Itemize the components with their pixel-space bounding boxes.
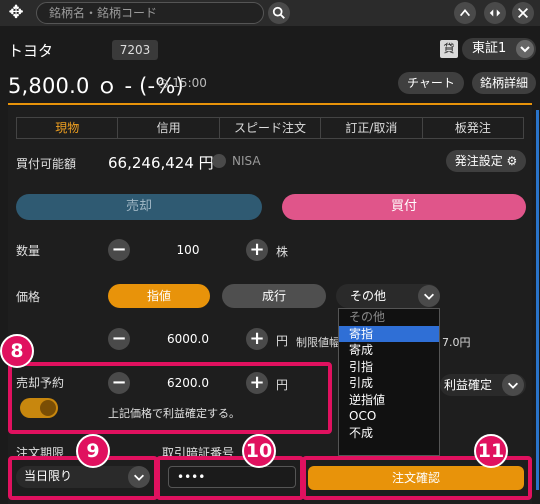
quantity-label: 数量 (16, 244, 41, 258)
dropdown-item-open-limit[interactable]: 寄指 (339, 325, 439, 342)
toggle-knob (40, 400, 56, 416)
pin-input[interactable]: •••• (168, 466, 296, 488)
dropdown-item-other[interactable]: その他 (339, 309, 439, 326)
header-divider (8, 103, 532, 105)
price-unit: 円 (276, 334, 289, 348)
quantity-value[interactable]: 100 (130, 239, 246, 261)
nisa-radio[interactable] (212, 154, 226, 168)
profit-plus-button[interactable]: + (246, 372, 268, 394)
chevron-down-icon[interactable] (128, 466, 150, 488)
chevron-up-icon (459, 9, 471, 17)
profit-price-unit: 円 (276, 378, 289, 392)
annotation-badge-10: 10 (242, 434, 276, 468)
profit-note: 上記価格で利益確定する。 (108, 407, 240, 420)
collapse-button[interactable] (454, 2, 476, 24)
search-icon (272, 6, 285, 19)
price-limit-value: 7.0円 (442, 336, 471, 349)
annotation-badge-8: 8 (0, 334, 34, 368)
annotation-badge-11: 11 (474, 434, 508, 468)
limit-order-button[interactable]: 指値 (108, 284, 210, 308)
dropdown-item-stop-limit[interactable]: 逆指値 (339, 392, 439, 409)
tab-cash[interactable]: 現物 (17, 118, 119, 138)
gear-icon: ⚙ (506, 154, 518, 168)
annotation-badge-9: 9 (76, 434, 110, 468)
dropdown-item-unfilled[interactable]: 不成 (339, 425, 439, 442)
price-label: 価格 (16, 290, 41, 304)
chevron-down-icon[interactable] (418, 285, 440, 307)
swap-icon (489, 9, 501, 17)
quantity-minus-button[interactable]: − (108, 239, 130, 261)
nisa-label: NISA (232, 154, 261, 168)
tab-margin[interactable]: 信用 (118, 118, 220, 138)
market-select[interactable]: 東証1 (462, 38, 536, 60)
dropdown-item-close-market[interactable]: 引成 (339, 375, 439, 392)
profit-price-value[interactable]: 6200.0 (130, 372, 246, 394)
top-bar: ✥ (0, 0, 540, 26)
price-value[interactable]: 6000.0 (130, 328, 246, 350)
price-minus-button[interactable]: − (108, 328, 130, 350)
order-type-dropdown: その他 寄指 寄成 引指 引成 逆指値 OCO 不成 (338, 308, 440, 456)
scroll-indicator[interactable] (536, 110, 539, 490)
buy-button[interactable]: 買付 (282, 194, 526, 220)
price-time-value: 15:00 (172, 76, 207, 90)
search-input[interactable] (36, 2, 264, 24)
chevron-down-icon (516, 40, 534, 58)
buying-power-value: 66,246,424 円 (108, 154, 214, 172)
dropdown-item-close-limit[interactable]: 引指 (339, 359, 439, 376)
tab-speed-order[interactable]: スピード注文 (220, 118, 322, 138)
quantity-plus-button[interactable]: + (246, 239, 268, 261)
sell-button[interactable]: 売却 (16, 194, 262, 220)
clock-icon: ◷ (158, 76, 173, 90)
profit-toggle[interactable] (20, 398, 58, 418)
close-icon (518, 8, 528, 18)
search-button[interactable] (268, 2, 290, 24)
close-button[interactable] (512, 2, 534, 24)
stock-detail-button[interactable]: 銘柄詳細 (472, 72, 536, 94)
lend-badge: 貸 (440, 40, 458, 58)
order-settings-label: 発注設定 (454, 154, 503, 168)
dropdown-item-open-market[interactable]: 寄成 (339, 342, 439, 359)
buying-power-label: 買付可能額 (16, 157, 77, 171)
order-tabs: 現物 信用 スピード注文 訂正/取消 板発注 (16, 117, 524, 139)
profit-reservation-label: 売却予約 (16, 376, 65, 390)
swap-button[interactable] (484, 2, 506, 24)
quantity-unit: 株 (276, 245, 289, 259)
stock-name: トヨタ (8, 42, 54, 60)
stock-code-badge: 7203 (112, 40, 158, 60)
price-limit-label: 制限値幅 (296, 336, 340, 349)
price-plus-button[interactable]: + (246, 328, 268, 350)
order-confirm-button[interactable]: 注文確認 (308, 466, 524, 490)
dropdown-item-oco[interactable]: OCO (339, 408, 439, 425)
profit-minus-button[interactable]: − (108, 372, 130, 394)
price-time: ◷ 15:00 (158, 76, 207, 90)
tab-board-order[interactable]: 板発注 (423, 118, 523, 138)
chevron-down-icon[interactable] (502, 374, 524, 396)
market-order-button[interactable]: 成行 (222, 284, 326, 308)
profit-type-label: 利益確定 (444, 378, 493, 392)
order-type-select-label: その他 (350, 289, 387, 303)
chart-button[interactable]: チャート (398, 72, 464, 94)
move-icon[interactable]: ✥ (6, 3, 26, 23)
tab-modify-cancel[interactable]: 訂正/取消 (321, 118, 423, 138)
order-settings-button[interactable]: 発注設定 ⚙ (446, 150, 526, 172)
market-label: 東証1 (472, 41, 507, 56)
term-value: 当日限り (24, 469, 73, 483)
